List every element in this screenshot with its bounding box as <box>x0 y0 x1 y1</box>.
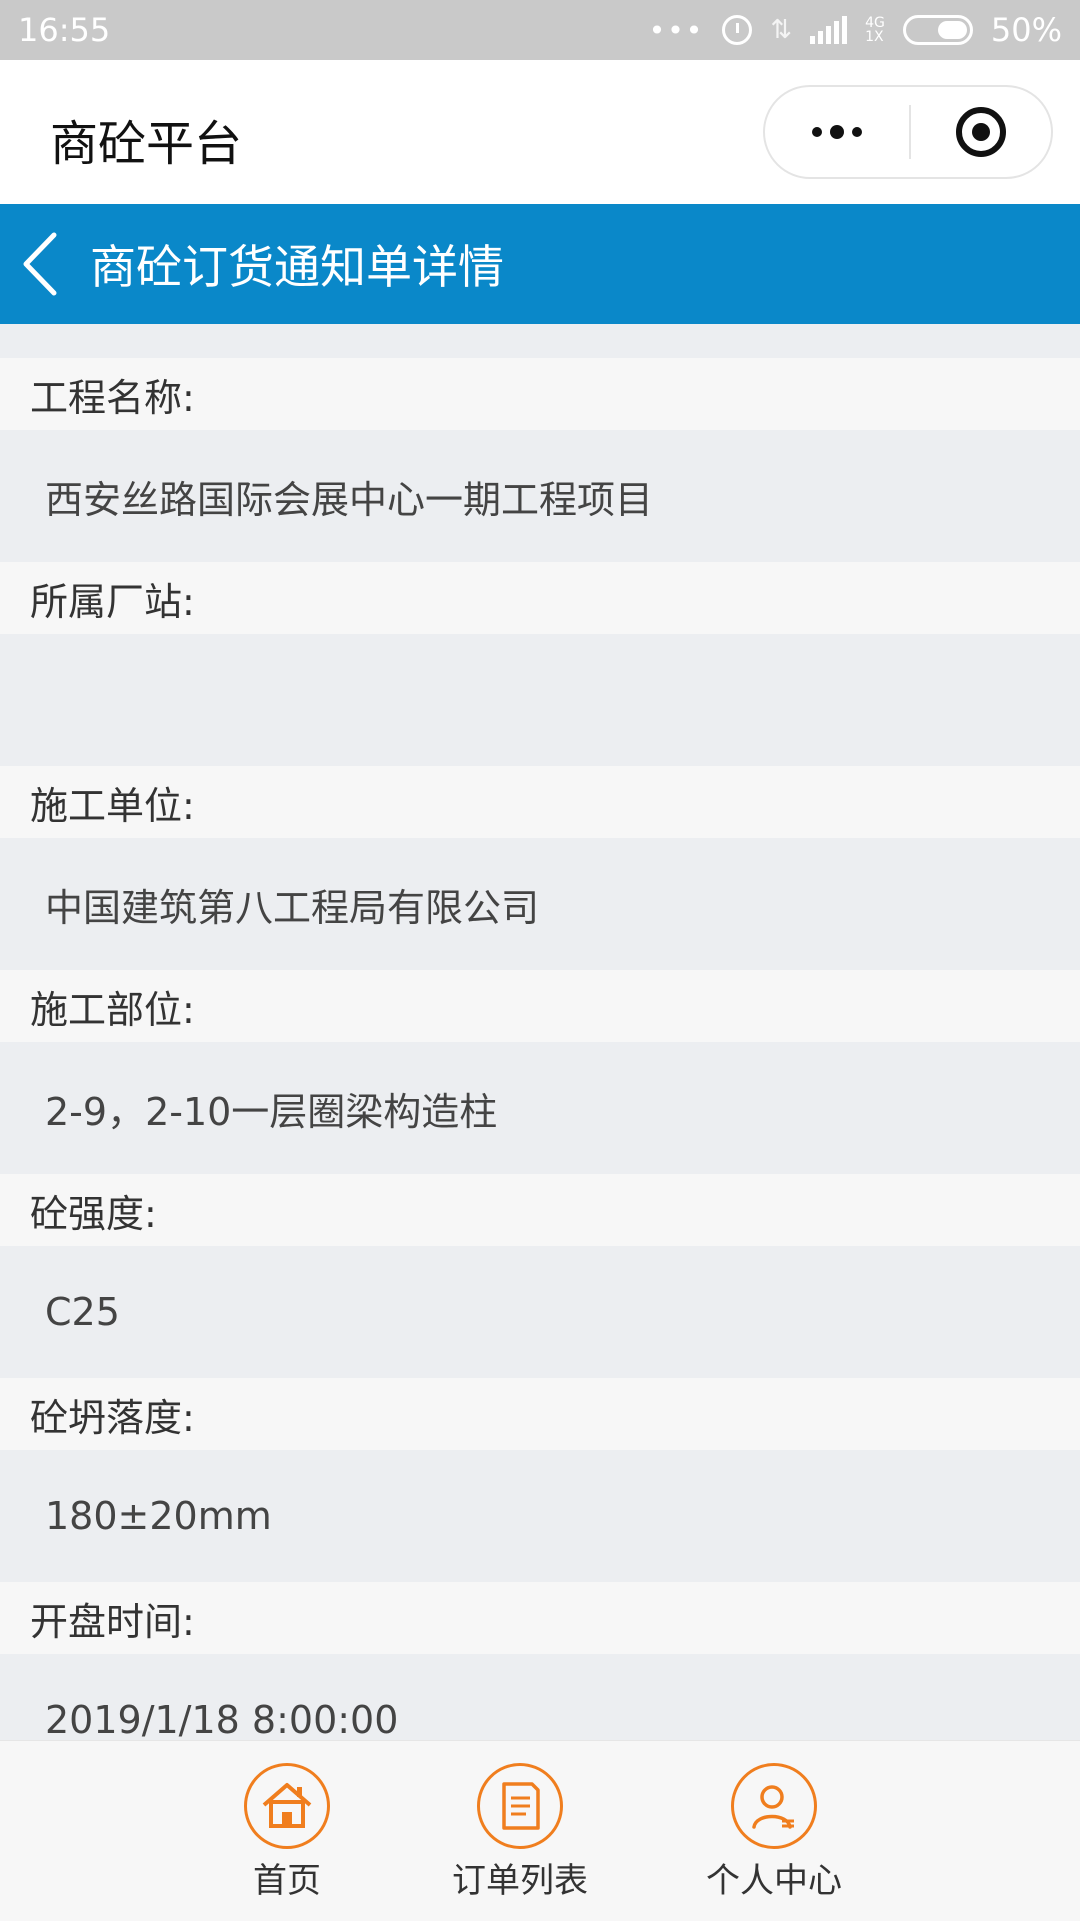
tab-profile[interactable]: 个人中心 <box>706 1763 842 1902</box>
capsule-menu <box>763 85 1053 179</box>
order-list-icon <box>477 1763 563 1849</box>
data-transfer-icon: ⇅ <box>770 15 793 45</box>
field-value-start-time: 2019/1/18 8:00:00 <box>0 1654 1080 1740</box>
field-value-slump: 180±20mm <box>0 1450 1080 1582</box>
status-bar: 16:55 ••• ⇅ 4G 1X 50% <box>0 0 1080 60</box>
field-label-construction-part: 施工部位: <box>0 970 1080 1042</box>
field-value-project-name: 西安丝路国际会展中心一期工程项目 <box>0 430 1080 562</box>
field-label-slump: 砼坍落度: <box>0 1378 1080 1450</box>
tab-order-list[interactable]: 订单列表 <box>452 1763 588 1902</box>
more-dot-icon <box>830 125 844 139</box>
app-header: 商砼平台 <box>0 60 1080 204</box>
field-value-strength: C25 <box>0 1246 1080 1378</box>
page-title: 商砼订货通知单详情 <box>90 240 504 294</box>
page-header: 商砼订货通知单详情 <box>0 204 1080 324</box>
back-button[interactable] <box>20 204 80 324</box>
tab-label-profile: 个人中心 <box>706 1861 842 1901</box>
signal-icon <box>810 16 848 44</box>
header-spacer <box>0 324 1080 358</box>
more-dot-icon <box>852 127 862 137</box>
tab-home[interactable]: 首页 <box>244 1763 330 1902</box>
field-value-construction-part: 2-9，2-10一层圈梁构造柱 <box>0 1042 1080 1174</box>
close-miniprogram-button[interactable] <box>911 107 1051 157</box>
field-label-project-name: 工程名称: <box>0 358 1080 430</box>
battery-percent: 50% <box>990 11 1062 49</box>
home-icon <box>244 1763 330 1849</box>
more-notifications-icon: ••• <box>648 13 705 47</box>
tab-label-order-list: 订单列表 <box>452 1861 588 1901</box>
field-label-plant: 所属厂站: <box>0 562 1080 634</box>
target-circle-icon <box>956 107 1006 157</box>
status-time: 16:55 <box>18 11 111 49</box>
tab-label-home: 首页 <box>253 1861 321 1901</box>
field-label-strength: 砼强度: <box>0 1174 1080 1246</box>
more-options-button[interactable] <box>765 87 909 177</box>
app-title: 商砼平台 <box>50 116 243 172</box>
field-label-contractor: 施工单位: <box>0 766 1080 838</box>
user-icon <box>731 1763 817 1849</box>
bottom-tabbar: 首页 订单列表 个人中心 <box>0 1740 1080 1921</box>
alarm-icon <box>722 15 753 45</box>
field-value-plant <box>0 634 1080 766</box>
field-label-start-time: 开盘时间: <box>0 1582 1080 1654</box>
battery-icon <box>902 15 973 45</box>
field-value-contractor: 中国建筑第八工程局有限公司 <box>0 838 1080 970</box>
more-dot-icon <box>812 127 822 137</box>
network-type: 4G 1X <box>865 15 885 45</box>
detail-content: 工程名称: 西安丝路国际会展中心一期工程项目 所属厂站: 施工单位: 中国建筑第… <box>0 358 1080 1740</box>
chevron-left-icon <box>23 232 57 296</box>
